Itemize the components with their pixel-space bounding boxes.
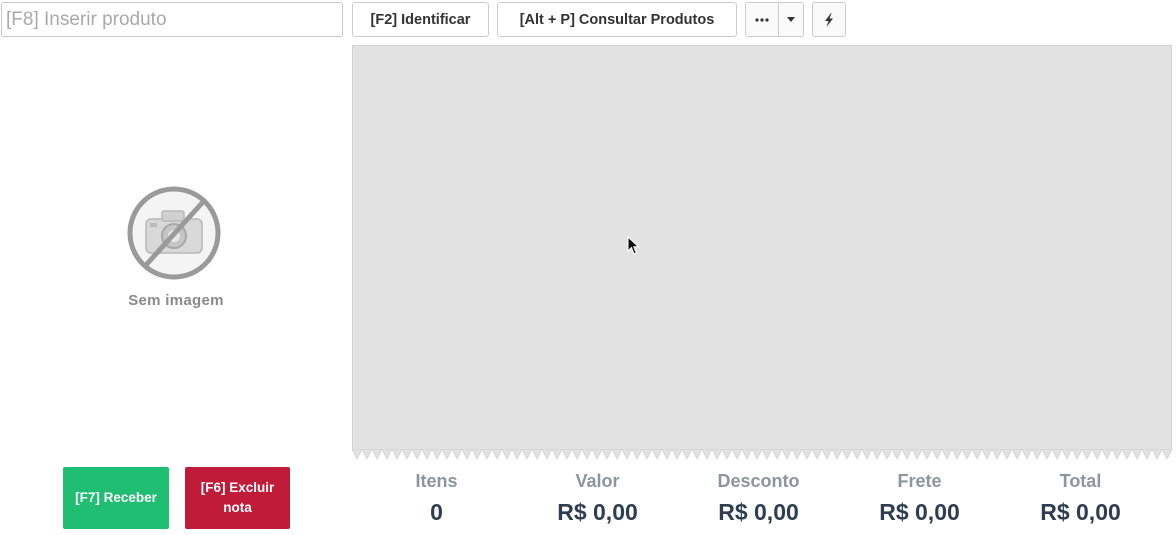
summary-label: Desconto [717,471,800,491]
more-options-button[interactable] [746,3,779,36]
summary-label: Itens [415,471,458,491]
summary-value: 0 [430,499,443,525]
receipt-area [352,45,1172,450]
identify-customer-button[interactable]: [F2] Identificar [352,2,489,37]
summary-value: R$ 0,00 [1040,499,1121,525]
receive-button[interactable]: [F7] Receber [63,467,169,529]
summary-frete: Frete R$ 0,00 [839,469,1000,526]
summary-value: R$ 0,00 [557,499,638,525]
summary-label: Total [1059,471,1102,491]
receipt-torn-edge [352,449,1172,460]
more-options-dropdown-toggle[interactable] [779,3,803,36]
quick-action-button[interactable] [812,2,846,37]
bolt-icon [825,12,833,27]
more-options-button-group [745,2,804,37]
summary-label: Frete [897,471,942,491]
no-camera-icon [127,186,221,280]
summary-value: R$ 0,00 [718,499,799,525]
delete-note-button[interactable]: [F6] Excluir nota [185,467,290,529]
no-image-label: Sem imagem [128,292,224,309]
product-search-input[interactable] [1,2,343,37]
totals-summary: Itens 0 Valor R$ 0,00 Desconto R$ 0,00 F… [356,469,1161,526]
summary-valor: Valor R$ 0,00 [517,469,678,526]
caret-down-icon [787,17,795,22]
summary-value: R$ 0,00 [879,499,960,525]
consult-products-button[interactable]: [Alt + P] Consultar Produtos [497,2,737,37]
summary-items: Itens 0 [356,469,517,526]
summary-label: Valor [575,471,620,491]
ellipsis-icon [755,17,769,22]
summary-desconto: Desconto R$ 0,00 [678,469,839,526]
summary-total: Total R$ 0,00 [1000,469,1161,526]
mouse-cursor-icon [627,236,640,255]
